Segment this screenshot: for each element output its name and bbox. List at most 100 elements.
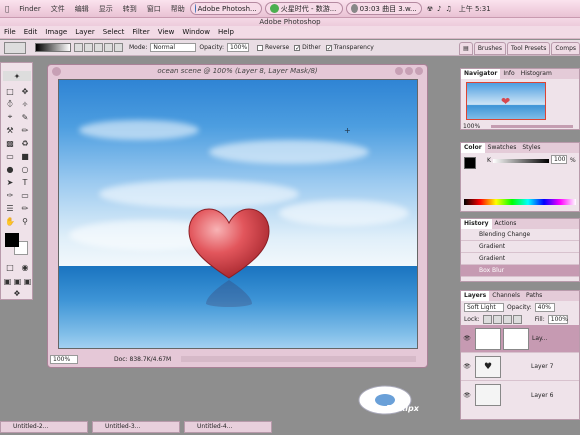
eyedropper-icon[interactable]: ✏ — [18, 202, 32, 214]
tab-channels[interactable]: Channels — [489, 291, 523, 301]
angle-gradient-button[interactable] — [94, 43, 103, 52]
menu-image[interactable]: Image — [41, 28, 71, 36]
dither-checkbox[interactable]: ✓ — [294, 44, 300, 51]
menu-filter[interactable]: Filter — [128, 28, 153, 36]
lasso-tool-icon[interactable]: ⦽ — [3, 98, 17, 110]
notes-tool-icon[interactable]: ☰ — [3, 202, 17, 214]
tab-navigator[interactable]: Navigator — [461, 69, 501, 79]
color-fg-swatch[interactable] — [464, 157, 476, 169]
tab-color[interactable]: Color — [461, 143, 485, 153]
transparency-checkbox[interactable]: ✓ — [325, 44, 332, 51]
color-ramp[interactable] — [464, 199, 576, 205]
tab-histogram[interactable]: Histogram — [518, 69, 555, 79]
feather-logo-icon[interactable]: ✦ — [3, 71, 31, 81]
tab-paths[interactable]: Paths — [523, 291, 545, 301]
screen-mode-1-icon[interactable]: ▣ — [3, 275, 12, 287]
close-button[interactable] — [415, 67, 423, 75]
eye-icon[interactable]: 👁 — [461, 363, 473, 370]
system-menu-finder[interactable]: Finder — [14, 5, 46, 13]
lock-position-icon[interactable] — [502, 314, 512, 324]
zoom-tool-icon[interactable]: ⚲ — [18, 215, 32, 227]
magic-wand-icon[interactable]: ✧ — [18, 98, 32, 110]
palette-tab-comps[interactable]: Comps — [551, 42, 580, 55]
dock-untitled-3[interactable]: Untitled-3... — [92, 421, 180, 433]
history-item[interactable]: Blending Change — [461, 229, 579, 241]
menu-select[interactable]: Select — [99, 28, 129, 36]
tab-layers[interactable]: Layers — [461, 291, 490, 301]
navigator-zoom[interactable]: 100% — [463, 123, 480, 130]
menu-view[interactable]: View — [154, 28, 179, 36]
system-menu-window[interactable]: 窗口 — [142, 4, 166, 14]
marquee-tool-icon[interactable]: □ — [3, 85, 17, 97]
lock-image-icon[interactable] — [492, 314, 502, 324]
horizontal-scrollbar[interactable] — [181, 356, 416, 362]
menu-file[interactable]: File — [0, 28, 20, 36]
system-menu-file[interactable]: 文件 — [46, 4, 70, 14]
eraser-tool-icon[interactable]: ▭ — [3, 150, 17, 162]
image-canvas[interactable]: + — [58, 79, 418, 349]
blur-tool-icon[interactable]: ● — [3, 163, 17, 175]
slice-tool-icon[interactable]: ✎ — [18, 111, 32, 123]
lock-all-icon[interactable] — [512, 314, 522, 324]
system-menu-edit[interactable]: 编辑 — [70, 4, 94, 14]
navigator-thumbnail[interactable]: ❤ — [466, 82, 546, 120]
eye-icon[interactable]: 👁 — [461, 335, 473, 342]
dock-untitled-4[interactable]: Untitled-4... — [184, 421, 272, 433]
palette-tab-icon[interactable]: ▤ — [459, 42, 473, 55]
reverse-checkbox[interactable] — [257, 44, 264, 51]
tab-history[interactable]: History — [461, 219, 492, 229]
task-player[interactable]: 03:03 曲目 3.w... — [345, 2, 422, 15]
hand-tool-icon[interactable]: ✋ — [3, 215, 17, 227]
diamond-gradient-button[interactable] — [114, 43, 123, 52]
linear-gradient-button[interactable] — [74, 43, 83, 52]
layers-opacity-input[interactable]: 40% — [534, 302, 555, 312]
fill-input[interactable]: 100% — [547, 314, 568, 324]
dodge-tool-icon[interactable]: ○ — [18, 163, 32, 175]
mode-select[interactable]: Normal — [150, 43, 197, 52]
history-item[interactable]: Gradient — [461, 253, 579, 265]
layer-row[interactable]: 👁 Layer 6 — [461, 381, 579, 409]
palette-tab-brushes[interactable]: Brushes — [473, 42, 506, 55]
tab-swatches[interactable]: Swatches — [485, 143, 520, 153]
move-tool-icon[interactable]: ✥ — [18, 85, 32, 97]
color-k-slider[interactable] — [493, 159, 549, 163]
minimize-button[interactable] — [395, 67, 403, 75]
system-menu-go[interactable]: 转到 — [118, 4, 142, 14]
dock-untitled-2[interactable]: Untitled-2... — [0, 421, 88, 433]
menu-help[interactable]: Help — [214, 28, 238, 36]
screen-mode-2-icon[interactable]: ▣ — [13, 275, 22, 287]
doc-info[interactable]: Doc: 838.7K/4.67M — [114, 356, 171, 363]
menu-edit[interactable]: Edit — [20, 28, 42, 36]
radial-gradient-button[interactable] — [84, 43, 93, 52]
color-k-input[interactable]: 100 — [551, 155, 567, 164]
brush-tool-icon[interactable]: ✏ — [18, 124, 32, 136]
gradient-tool-icon[interactable]: ■ — [18, 150, 32, 162]
shape-tool-icon[interactable]: ▭ — [18, 189, 32, 201]
zoom-level-field[interactable]: 100% — [50, 354, 78, 364]
navigator-zoom-slider[interactable] — [491, 125, 573, 128]
jump-to-imageready-icon[interactable]: ❖ — [3, 287, 31, 299]
eye-icon[interactable]: 👁 — [461, 392, 473, 399]
type-tool-icon[interactable]: T — [18, 176, 32, 188]
opacity-input[interactable]: 100% — [227, 43, 250, 52]
clock[interactable]: 上午 5:31 — [454, 4, 496, 14]
palette-tab-tool-presets[interactable]: Tool Presets — [506, 42, 551, 55]
volume-icon[interactable]: ♫ — [443, 5, 453, 13]
sound-icon[interactable]: ♪ — [435, 5, 443, 13]
layer-row-selected[interactable]: 👁 Lay... — [461, 325, 579, 353]
tab-info[interactable]: Info — [500, 69, 517, 79]
tool-preset-picker[interactable] — [4, 41, 26, 54]
layer-mask-thumb[interactable] — [503, 327, 529, 350]
menu-window[interactable]: Window — [178, 28, 214, 36]
screen-mode-3-icon[interactable]: ▣ — [23, 275, 32, 287]
history-item-selected[interactable]: Box Blur — [461, 265, 579, 277]
history-item[interactable]: Gradient — [461, 241, 579, 253]
history-brush-icon[interactable]: ♻ — [18, 137, 32, 149]
layer-row[interactable]: 👁 ♥ Layer 7 — [461, 353, 579, 381]
tab-styles[interactable]: Styles — [519, 143, 543, 153]
task-browser[interactable]: 火星时代 - 数游... — [264, 2, 343, 15]
gradient-picker[interactable] — [35, 43, 71, 52]
stamp-tool-icon[interactable]: ▩ — [3, 137, 17, 149]
quick-mask-icon[interactable]: ◉ — [18, 261, 32, 273]
system-menu-view[interactable]: 显示 — [94, 4, 118, 14]
